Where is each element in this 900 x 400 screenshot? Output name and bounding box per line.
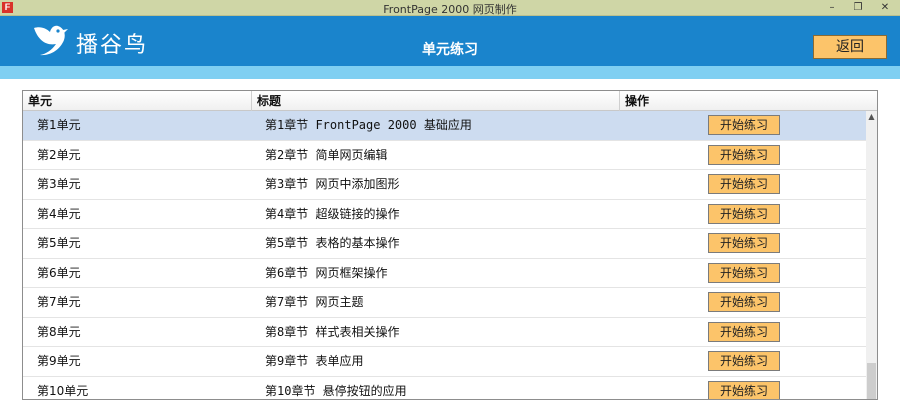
start-practice-button[interactable]: 开始练习: [708, 292, 780, 312]
column-header-title[interactable]: 标题: [252, 91, 620, 111]
column-header-unit[interactable]: 单元: [23, 91, 252, 111]
title-cell: 第1章节 FrontPage 2000 基础应用: [265, 118, 472, 132]
start-practice-button[interactable]: 开始练习: [708, 351, 780, 371]
minimize-button[interactable]: –: [822, 1, 842, 14]
unit-cell: 第2单元: [37, 147, 81, 162]
unit-cell: 第3单元: [37, 177, 81, 191]
scroll-up-arrow-icon[interactable]: ▲: [866, 111, 877, 122]
table-row[interactable]: 第10单元 第10章节 悬停按钮的应用 开始练习: [23, 377, 866, 399]
table-row[interactable]: 第1单元 第1章节 FrontPage 2000 基础应用 开始练习: [23, 111, 866, 141]
unit-cell: 第5单元: [37, 236, 81, 250]
window-title-bar: F FrontPage 2000 网页制作 – ❐ ✕: [0, 0, 900, 16]
start-practice-button[interactable]: 开始练习: [708, 233, 780, 253]
unit-cell: 第6单元: [37, 265, 81, 280]
table-row[interactable]: 第7单元 第7章节 网页主题 开始练习: [23, 288, 866, 318]
table-row[interactable]: 第8单元 第8章节 样式表相关操作 开始练习: [23, 318, 866, 347]
table-header: 单元 标题 操作: [23, 91, 877, 111]
start-practice-button[interactable]: 开始练习: [708, 115, 780, 135]
maximize-button[interactable]: ❐: [848, 1, 868, 14]
start-practice-button[interactable]: 开始练习: [708, 203, 780, 224]
table-row[interactable]: 第4单元 第4章节 超级链接的操作 开始练习: [23, 200, 866, 229]
start-practice-button[interactable]: 开始练习: [708, 380, 780, 399]
start-practice-button[interactable]: 开始练习: [708, 321, 780, 342]
unit-cell: 第4单元: [37, 206, 81, 221]
table-row[interactable]: 第9单元 第9章节 表单应用 开始练习: [23, 347, 866, 377]
title-cell: 第3章节 网页中添加图形: [265, 177, 400, 191]
window-title: FrontPage 2000 网页制作: [383, 3, 517, 16]
close-button[interactable]: ✕: [872, 1, 898, 14]
unit-cell: 第7单元: [37, 295, 81, 309]
back-button[interactable]: 返回: [813, 35, 887, 59]
start-practice-button[interactable]: 开始练习: [708, 262, 780, 283]
table-row[interactable]: 第5单元 第5章节 表格的基本操作 开始练习: [23, 229, 866, 259]
title-cell: 第10章节 悬停按钮的应用: [265, 383, 407, 398]
page-title: 单元练习: [422, 42, 478, 58]
title-cell: 第2章节 简单网页编辑: [265, 147, 388, 162]
unit-cell: 第9单元: [37, 354, 81, 368]
title-cell: 第6章节 网页框架操作: [265, 265, 388, 280]
unit-cell: 第1单元: [37, 118, 81, 132]
unit-cell: 第8单元: [37, 324, 81, 339]
start-practice-button[interactable]: 开始练习: [708, 174, 780, 194]
title-cell: 第9章节 表单应用: [265, 354, 364, 368]
unit-table: 单元 标题 操作 第1单元 第1章节 FrontPage 2000 基础应用 开始练…: [22, 90, 878, 400]
unit-cell: 第10单元: [37, 383, 89, 398]
start-practice-button[interactable]: 开始练习: [708, 144, 780, 165]
scrollbar-thumb[interactable]: [867, 363, 876, 399]
table-row[interactable]: 第3单元 第3章节 网页中添加图形 开始练习: [23, 170, 866, 200]
title-cell: 第4章节 超级链接的操作: [265, 206, 400, 221]
header-subbar: [0, 66, 900, 79]
title-cell: 第8章节 样式表相关操作: [265, 324, 400, 339]
app-header: 播谷鸟 单元练习 返回: [0, 16, 900, 66]
title-cell: 第7章节 网页主题: [265, 295, 364, 309]
table-row[interactable]: 第6单元 第6章节 网页框架操作 开始练习: [23, 259, 866, 288]
column-header-action[interactable]: 操作: [620, 91, 877, 111]
table-row[interactable]: 第2单元 第2章节 简单网页编辑 开始练习: [23, 141, 866, 170]
vertical-scrollbar[interactable]: ▲: [866, 111, 877, 399]
title-cell: 第5章节 表格的基本操作: [265, 236, 400, 250]
